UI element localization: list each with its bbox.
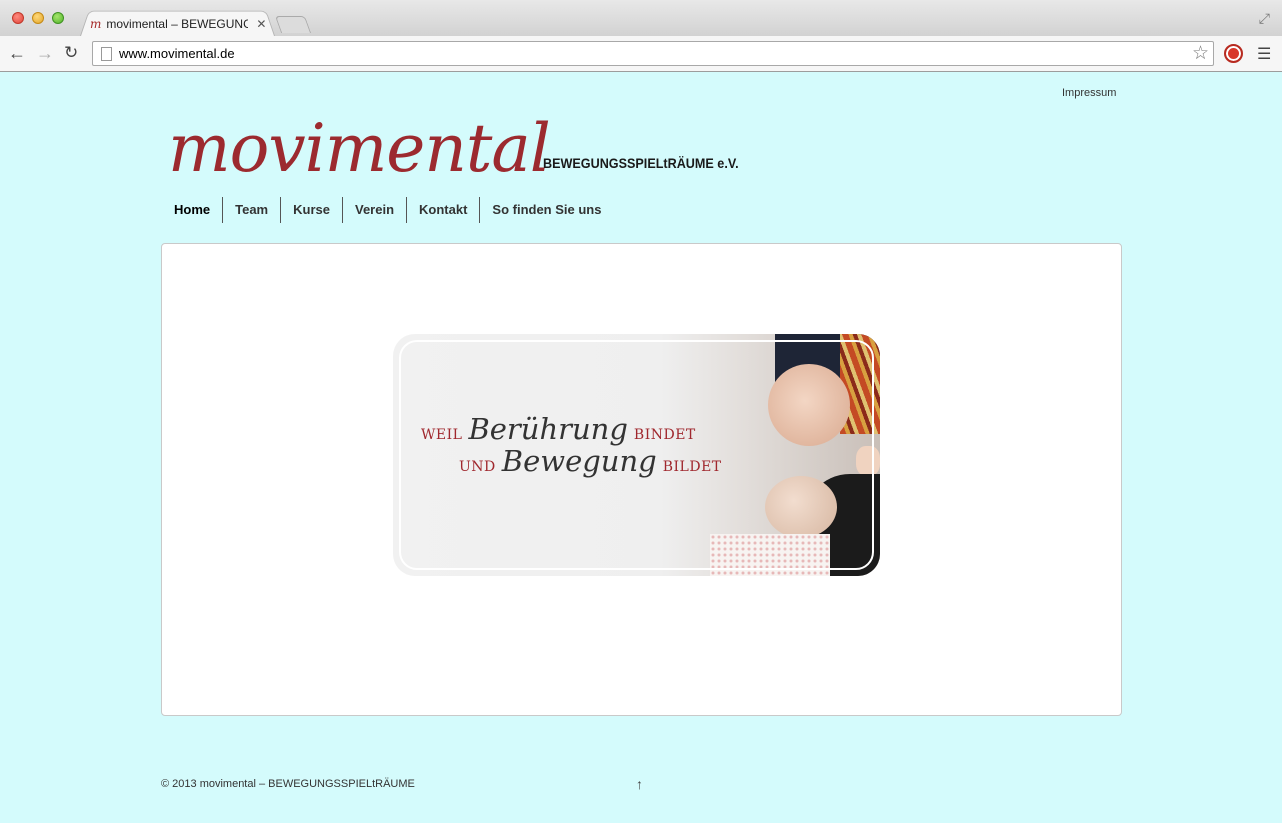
extension-stop-icon[interactable]: [1224, 44, 1243, 63]
fullscreen-icon[interactable]: ⤢: [1259, 10, 1270, 27]
back-to-top-icon[interactable]: ↑: [636, 776, 643, 792]
back-icon[interactable]: ←: [8, 43, 26, 63]
logo-wordmark: movimental: [168, 110, 551, 187]
reload-icon[interactable]: ↻: [64, 43, 78, 63]
hero-image: weil Berührung bindet und Bewegung bilde…: [393, 334, 880, 576]
tab-close-icon[interactable]: ✕: [256, 17, 266, 31]
nav-item-kontakt[interactable]: Kontakt: [407, 197, 481, 223]
browser-tab-content[interactable]: m movimental – BEWEGUNGS ✕: [90, 15, 270, 33]
slogan-line-1: weil Berührung bindet: [421, 412, 722, 446]
bookmark-star-icon[interactable]: ☆: [1192, 42, 1209, 65]
slogan-script-word: Bewegung: [501, 444, 657, 478]
favicon-icon: m: [90, 17, 102, 31]
nav-item-team[interactable]: Team: [223, 197, 282, 223]
new-tab-button[interactable]: [274, 16, 312, 33]
browser-titlebar: m movimental – BEWEGUNGS ✕ ⤢: [0, 0, 1282, 36]
footer-copyright: © 2013 movimental – BEWEGUNGSSPIELtRÄUME: [161, 778, 415, 790]
slogan-script-word: Berührung: [468, 412, 628, 446]
slogan-word: bindet: [633, 427, 696, 443]
page-icon: [101, 47, 112, 61]
slogan-word: und: [459, 459, 496, 475]
logo-subtitle: BEWEGUNGSSPIELtRÄUME e.V.: [543, 155, 739, 171]
nav-item-home[interactable]: Home: [162, 197, 224, 223]
main-navigation: Home Team Kurse Verein Kontakt So finden…: [162, 197, 613, 223]
nav-item-kurse[interactable]: Kurse: [281, 197, 343, 223]
slogan-word: bildet: [662, 459, 722, 475]
menu-icon[interactable]: ☰: [1257, 44, 1271, 64]
window-minimize-button[interactable]: [32, 12, 44, 24]
slogan-line-2: und Bewegung bildet: [459, 444, 722, 478]
window-maximize-button[interactable]: [52, 12, 64, 24]
hero-slogan: weil Berührung bindet und Bewegung bilde…: [421, 412, 722, 478]
window-close-button[interactable]: [12, 12, 24, 24]
address-bar[interactable]: www.movimental.de ☆: [92, 41, 1214, 66]
impressum-link[interactable]: Impressum: [1062, 87, 1116, 99]
nav-item-verein[interactable]: Verein: [343, 197, 408, 223]
browser-toolbar: ← → ↻ www.movimental.de ☆ ☰: [0, 36, 1282, 72]
tab-title: movimental – BEWEGUNGS: [106, 17, 249, 31]
slogan-word: weil: [421, 427, 463, 443]
url-text[interactable]: www.movimental.de: [119, 46, 235, 61]
forward-icon[interactable]: →: [36, 43, 54, 63]
nav-item-so-finden-sie-uns[interactable]: So finden Sie uns: [480, 197, 613, 223]
content-panel: weil Berührung bindet und Bewegung bilde…: [161, 243, 1122, 716]
